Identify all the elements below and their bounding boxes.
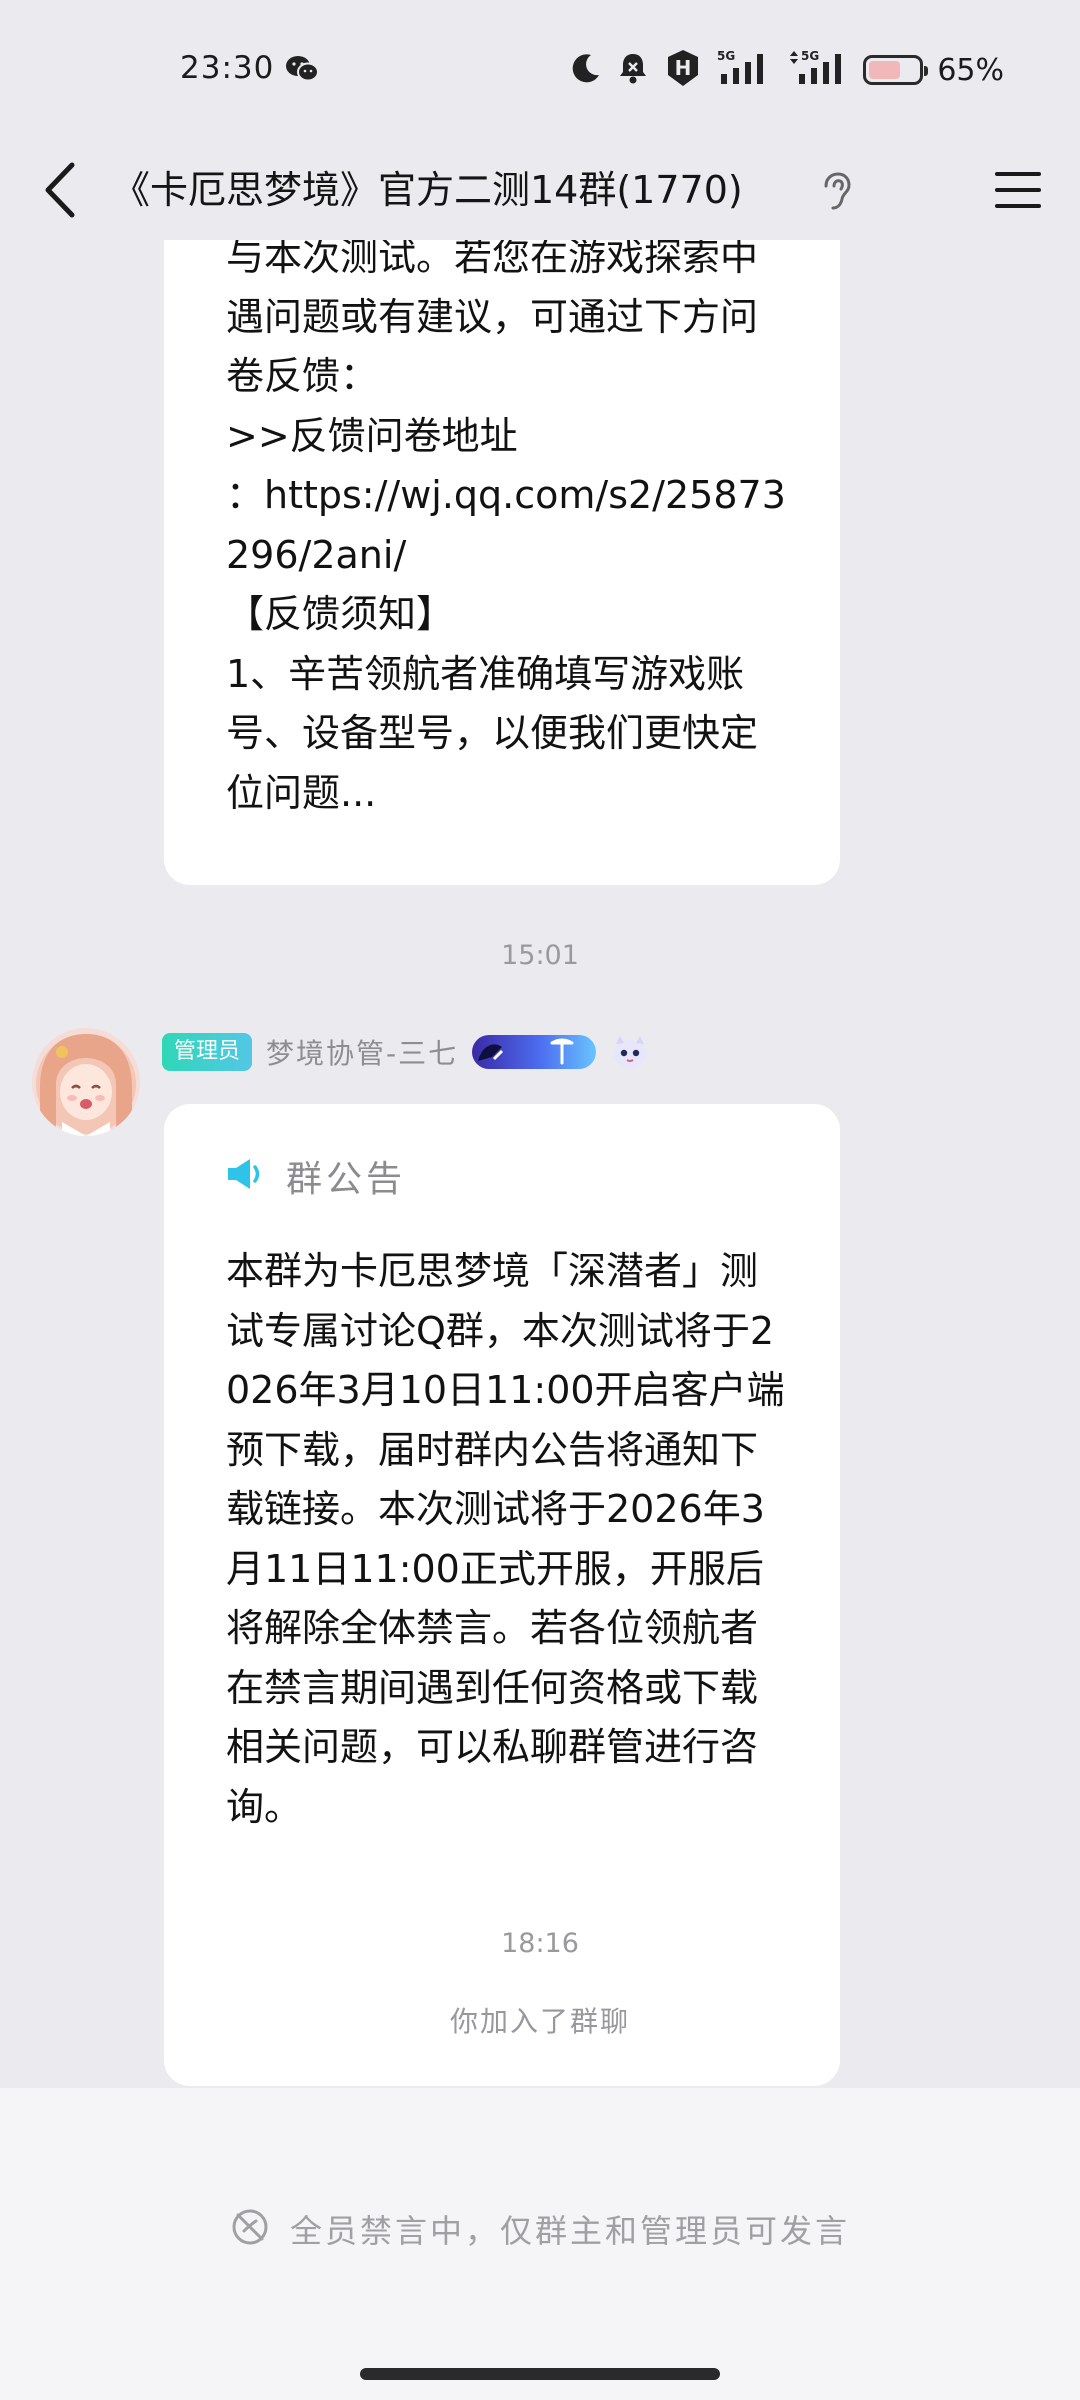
network-label-2: 5G (801, 49, 819, 63)
system-notice: 你加入了群聊 (449, 2005, 630, 2038)
message-timestamp: 15:01 (501, 940, 579, 971)
home-indicator[interactable] (360, 2368, 720, 2380)
mascot-badge-icon (610, 1034, 650, 1070)
battery-level (869, 61, 901, 79)
input-bar-muted: 全员禁言中，仅群主和管理员可发言 (0, 2088, 1080, 2400)
megaphone-icon (226, 1157, 264, 1195)
status-bar: 23:30 H 5G 5G 65% (0, 0, 1080, 140)
moon-icon (569, 51, 603, 89)
chat-message-list[interactable]: 与本次测试。若您在游戏探索中遇问题或有建议，可通过下方问卷反馈： >>反馈问卷地… (0, 240, 1080, 2088)
message-timestamp: 18:16 (501, 1928, 579, 1959)
signal-5g-icon: 5G (717, 48, 773, 92)
mute-notice: 全员禁言中，仅群主和管理员可发言 (0, 2206, 1080, 2252)
muted-icon (230, 2207, 270, 2251)
sender-info: 管理员 梦境协管-三七 (162, 1032, 650, 1072)
back-button[interactable] (30, 140, 90, 240)
battery-percent: 65% (937, 52, 1004, 88)
network-label-1: 5G (717, 49, 735, 63)
menu-button[interactable] (986, 158, 1050, 222)
announcement-body: 本群为卡厄思梦境「深潜者」测试专属讨论Q群，本次测试将于2026年3月10日11… (226, 1249, 785, 1829)
message-bubble[interactable]: 与本次测试。若您在游戏探索中遇问题或有建议，可通过下方问卷反馈： >>反馈问卷地… (164, 240, 840, 885)
status-time: 23:30 (180, 50, 275, 86)
mute-notice-text: 全员禁言中，仅群主和管理员可发言 (289, 2212, 850, 2250)
hd-call-icon: H (663, 48, 703, 92)
sender-name[interactable]: 梦境协管-三七 (266, 1032, 458, 1072)
menu-icon (995, 172, 1041, 208)
battery-icon (863, 55, 929, 85)
ear-icon[interactable] (814, 170, 854, 212)
announcement-title: 群公告 (286, 1159, 407, 1200)
admin-badge: 管理员 (162, 1033, 253, 1071)
wechat-notification-icon (284, 54, 320, 84)
group-title[interactable]: 《卡厄思梦境》官方二测14群(1770) (112, 140, 743, 240)
back-arrow-icon (45, 162, 75, 218)
message-text: 与本次测试。若您在游戏探索中遇问题或有建议，可通过下方问卷反馈： >>反馈问卷地… (226, 240, 786, 815)
signal-5g-2-icon: 5G (787, 48, 849, 92)
avatar[interactable] (32, 1028, 140, 1136)
bell-mute-icon (617, 51, 649, 89)
status-icons: H 5G 5G 65% (569, 48, 1004, 92)
chat-header: 《卡厄思梦境》官方二测14群(1770) (0, 140, 1080, 240)
level-badge-icon (472, 1035, 597, 1069)
svg-text:H: H (675, 56, 692, 80)
announcement-header: 群公告 (226, 1144, 794, 1208)
